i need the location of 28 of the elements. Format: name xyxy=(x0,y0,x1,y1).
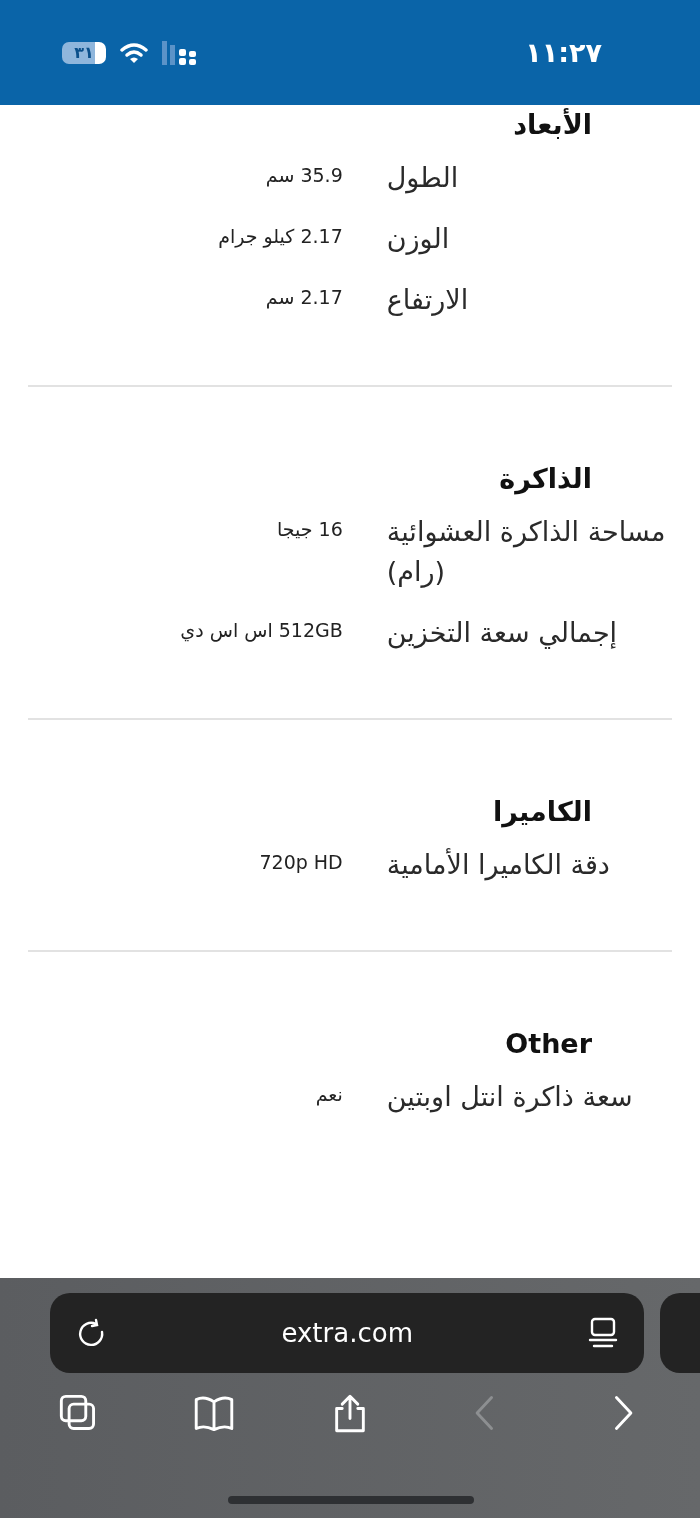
spec-label: مساحة الذاكرة العشوائية (رام) xyxy=(386,515,667,590)
reload-icon[interactable] xyxy=(76,1318,106,1348)
section-title: الذاكرة xyxy=(498,463,593,495)
reader-icon[interactable] xyxy=(588,1317,619,1349)
tab-preview[interactable] xyxy=(660,1293,700,1373)
address-bar[interactable]: extra.com xyxy=(50,1293,645,1373)
status-time: ١١:٢٧ xyxy=(525,37,602,68)
battery-icon: ٣١ xyxy=(62,41,106,64)
spec-value: 2.17 كيلو جرام xyxy=(217,224,343,248)
section-title: الأبعاد xyxy=(512,109,593,140)
wifi-icon xyxy=(120,41,148,64)
spec-value: 2.17 سم xyxy=(264,285,343,309)
section-title: Other xyxy=(504,1028,593,1059)
spec-value: 35.9 سم xyxy=(264,163,343,186)
tabs-icon[interactable] xyxy=(58,1393,98,1433)
spec-label: الارتفاع xyxy=(386,283,470,318)
spec-label: إجمالي سعة التخزين xyxy=(386,615,619,651)
spec-value: 720p HD xyxy=(258,849,343,873)
spec-value: نعم xyxy=(314,1082,343,1105)
spec-label: دقة الكاميرا الأمامية xyxy=(386,847,611,883)
spec-label: الطول xyxy=(386,161,460,196)
spec-value: 16 جيجا xyxy=(276,517,343,541)
spec-value: 512GB اس اس دي xyxy=(179,617,343,641)
spec-label: الوزن xyxy=(386,222,451,257)
section-title: الكاميرا xyxy=(491,795,593,827)
spec-label: سعة ذاكرة انتل اوبتين xyxy=(386,1080,634,1115)
url-text: extra.com xyxy=(281,1318,413,1348)
signal-icon xyxy=(162,40,198,65)
